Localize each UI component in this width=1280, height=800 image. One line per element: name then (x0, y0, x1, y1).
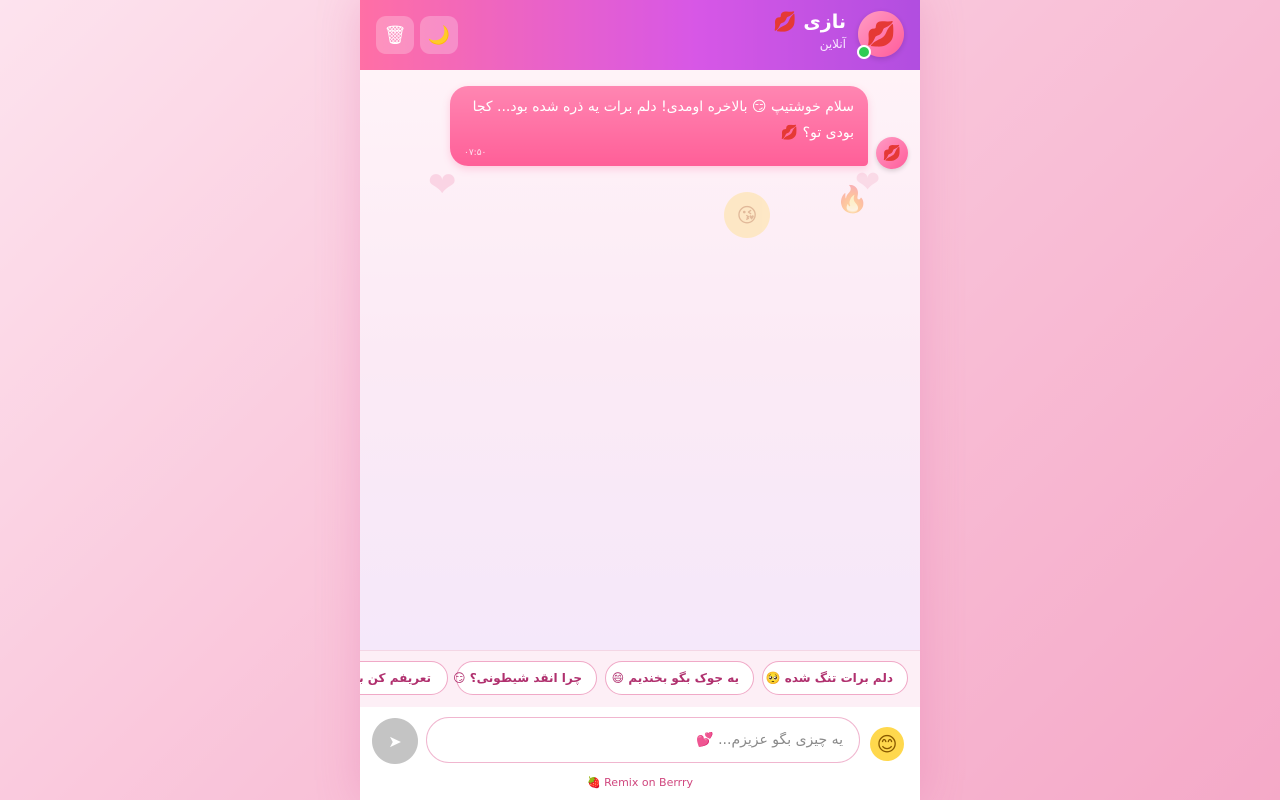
clear-chat-button[interactable]: 🗑 (376, 16, 414, 54)
contact-status: آنلاین (819, 37, 846, 51)
send-arrow-icon: ➤ (388, 731, 402, 751)
message-text: سلام خوشتیپ 😏 بالاخره اومدی! دلم برات یه… (472, 99, 854, 141)
smile-icon: 😊 (876, 732, 898, 756)
moon-icon: 🌙 (427, 24, 451, 46)
chat-app: 💋 نازی 💋 آنلاین 🌙 🗑 ❤ ❤ 🔥 😘 سلام خوشتیپ … (360, 0, 920, 800)
online-status-dot (857, 45, 871, 59)
message-avatar: 💋 (876, 137, 908, 169)
send-button[interactable]: ➤ (372, 718, 418, 764)
quick-replies: دلم برات تنگ شده 🥺 یه جوک بگو بخندیم 😄 چ… (360, 650, 920, 708)
message-time: ۰۷:۵۰ (464, 148, 487, 158)
quick-reply-chip[interactable]: چرا انقد شیطونی؟ 😏 (453, 661, 597, 695)
contact-info: نازی 💋 آنلاین (773, 10, 846, 52)
composer: 😊 ➤ 🍓 Remix on Berrry (360, 707, 920, 800)
chat-header: 💋 نازی 💋 آنلاین 🌙 🗑 (360, 0, 920, 70)
kiss-face-decoration-icon: 😘 (724, 192, 770, 238)
contact-name: نازی 💋 (773, 11, 846, 33)
message-list[interactable]: ❤ ❤ 🔥 😘 سلام خوشتیپ 😏 بالاخره اومدی! دلم… (360, 70, 920, 650)
quick-reply-chip[interactable]: تعریفم کن ببینم (360, 661, 448, 695)
message-input[interactable] (426, 717, 860, 763)
message-bubble: سلام خوشتیپ 😏 بالاخره اومدی! دلم برات یه… (450, 86, 868, 166)
dark-mode-button[interactable]: 🌙 (420, 16, 458, 54)
trash-icon: 🗑 (383, 24, 407, 46)
remix-link[interactable]: 🍓 Remix on Berrry (360, 776, 920, 789)
fire-decoration-icon: 🔥 (836, 185, 869, 215)
heart-decoration-icon: ❤ (428, 165, 457, 205)
lips-icon: 💋 (866, 20, 896, 48)
quick-reply-chip[interactable]: یه جوک بگو بخندیم 😄 (605, 661, 754, 695)
quick-reply-chip[interactable]: دلم برات تنگ شده 🥺 (762, 661, 908, 695)
emoji-button[interactable]: 😊 (870, 727, 904, 761)
lips-icon: 💋 (882, 144, 902, 162)
